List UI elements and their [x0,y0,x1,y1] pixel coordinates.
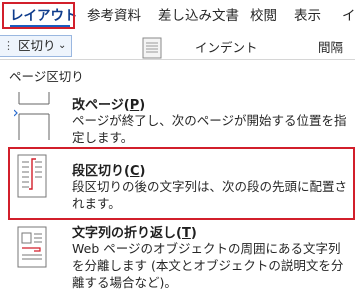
text-wrapping-title: 文字列の折り返し(T) [72,226,197,241]
page-break-title: 改ページ(P) [72,98,146,113]
page-break-access-key: P [129,98,140,113]
page-break-icon [14,92,50,140]
document-icon [142,37,162,59]
ribbon-toolbar: ⋮ 区切り ⌄ インデント 間隔 [0,32,355,60]
spacing-group-label: 間隔 [318,40,344,55]
tab-more[interactable]: イ [342,0,355,32]
breaks-icon: ⋮ [3,39,14,52]
page-break-description: ページが終了し、次のページが開始する位置を指定します。 [72,113,347,145]
chevron-down-icon: ⌄ [58,40,67,51]
ribbon-tab-bar: レイアウト 参考資料 差し込み文書 校閲 表示 イ [0,0,355,32]
text-wrapping-description: Web ページのオブジェクトの周囲にある文字列を分離します (本文とオブジェクト… [72,241,344,290]
breaks-button-label: 区切り [18,38,56,53]
text-wrapping-name: 文字列の折り返し [72,226,177,241]
highlight-box-layout-tab [2,2,75,29]
tab-review[interactable]: 校閲 [250,0,277,32]
page-break-name: 改ページ [72,98,124,113]
tab-mailings[interactable]: 差し込み文書 [158,0,239,32]
text-wrapping-icon [17,226,47,268]
indent-group-label: インデント [195,40,258,55]
text-wrapping-access-key: T [181,226,191,241]
tab-references[interactable]: 参考資料 [87,0,141,32]
tab-view[interactable]: 表示 [294,0,321,32]
highlight-box-column-break [8,147,355,220]
breaks-button[interactable]: ⋮ 区切り ⌄ [0,35,72,57]
page-breaks-section-title: ページ区切り [9,69,84,84]
